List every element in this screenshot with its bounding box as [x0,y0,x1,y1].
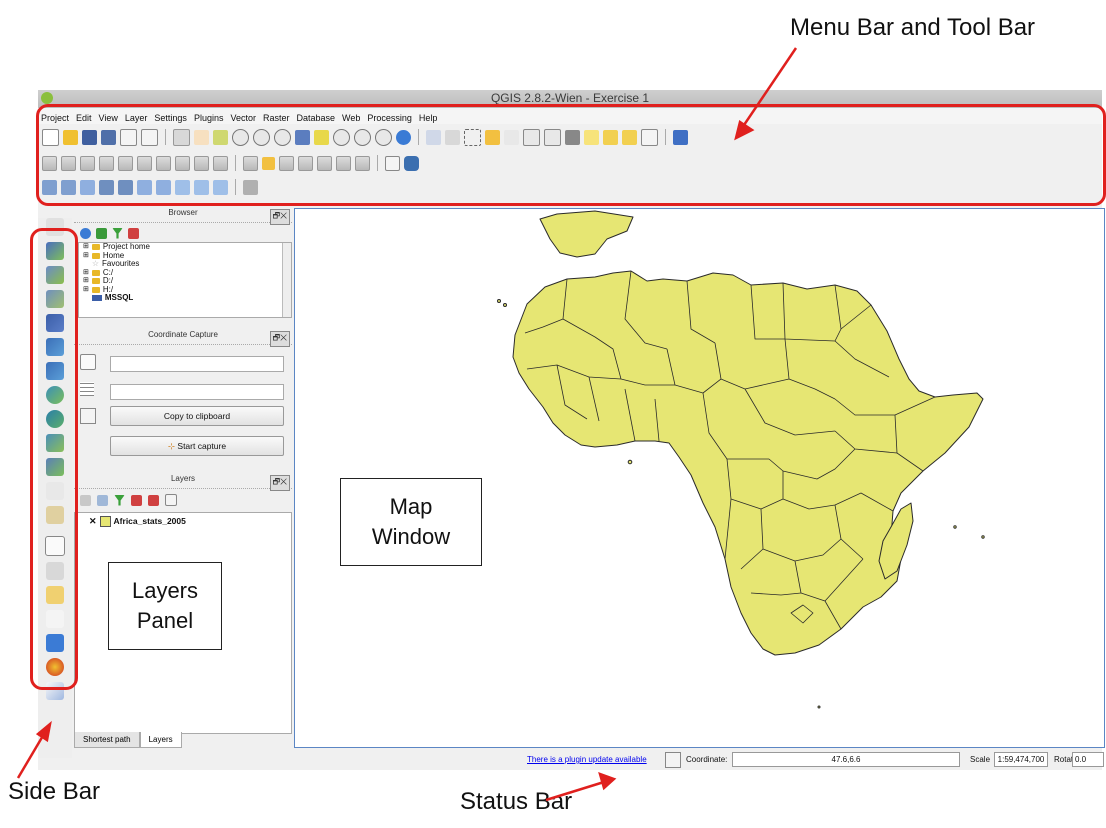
expand-all-icon[interactable] [131,494,142,506]
coordinate-label: Coordinate: [686,755,728,764]
coordinate-field[interactable]: 47.6,6.6 [732,752,960,767]
scale-field[interactable]: 1:59,474,700 [994,752,1048,767]
remove-layer-icon[interactable] [165,494,177,506]
window-title: QGIS 2.8.2-Wien - Exercise 1 [490,91,650,105]
folder-icon [91,278,100,285]
mouse-capture-icon[interactable] [80,408,96,424]
start-capture-button[interactable]: ⊹ Start capture [110,436,284,456]
annotation-side-bar: Side Bar [8,778,101,805]
coordinate-capture-panel: Coordinate Capture 🗗✕ Copy to clipboard … [74,330,292,466]
dock-controls-icon[interactable]: 🗗✕ [269,331,290,347]
browser-refresh-icon[interactable] [80,227,91,239]
browser-collapse-icon[interactable] [128,227,139,239]
layer-style-icon[interactable] [80,494,91,506]
africa-continent [512,270,984,656]
annotation-status-bar: Status Bar [460,788,573,815]
tree-item-d-drive[interactable]: ⊞ D:/ [83,276,291,286]
browser-add-icon[interactable] [96,227,107,239]
layers-toolbar [74,489,292,511]
dock-controls-icon[interactable]: 🗗✕ [269,475,290,491]
crs-target-icon[interactable] [80,354,96,370]
layers-panel-annotation: Layers Panel [108,562,222,650]
plugin-update-link[interactable]: There is a plugin update available [527,755,647,764]
annotation-menu-toolbar: Menu Bar and Tool Bar [790,14,1036,41]
status-bar: There is a plugin update available Coord… [38,750,1104,770]
bottom-tab-bar: Shortest path Layers [74,732,294,748]
map-window-annotation: Map Window [340,478,482,566]
tab-shortest-path[interactable]: Shortest path [74,732,140,748]
folder-icon [91,286,100,293]
coordinate-field-1[interactable] [110,356,284,372]
browser-panel: Browser 🗗✕ ⊞ Project home ⊞ Home ⊞ ☆ Favouri… [74,208,292,328]
layers-panel-title: Layers 🗗✕ [74,474,292,491]
coordinate-field-2[interactable] [110,384,284,400]
tree-item-c-drive[interactable]: ⊞ C:/ [83,268,291,278]
layer-symbol-icon [99,515,111,527]
folder-icon [91,269,100,276]
dock-controls-icon[interactable]: 🗗✕ [269,209,290,225]
layer-item-africa[interactable]: ✕ Africa_stats_2005 [75,515,291,527]
grid-icon [80,382,94,396]
tab-layers[interactable]: Layers [139,732,182,748]
browser-toolbar [74,223,292,243]
browser-tree: ⊞ Project home ⊞ Home ⊞ ☆ Favourites ⊞ C:/ ⊞ D… [78,242,292,318]
mssql-icon [91,295,102,302]
crosshair-icon: ⊹ [167,441,178,451]
rotation-field[interactable]: 0.0 [1072,752,1104,767]
layer-visibility-icon[interactable] [97,494,108,506]
copy-to-clipboard-button[interactable]: Copy to clipboard [110,406,284,426]
collapse-all-icon[interactable] [148,494,159,506]
browser-filter-icon[interactable] [112,227,123,239]
coordinate-capture-title: Coordinate Capture 🗗✕ [74,330,292,347]
tree-item-favourites[interactable]: ⊞ ☆ Favourites [83,259,291,269]
layer-filter-icon[interactable] [114,494,125,506]
folder-icon [91,244,100,251]
browser-panel-title: Browser 🗗✕ [74,208,292,225]
star-icon: ☆ [91,259,100,268]
menu-toolbar-highlight [36,104,1106,206]
coordinate-toggle-icon[interactable] [665,752,681,768]
layer-checkbox[interactable]: ✕ [89,517,97,526]
browser-scrollbar[interactable] [282,243,291,317]
scale-label: Scale [970,755,991,764]
tree-item-mssql[interactable]: ⊞ MSSQL [83,293,291,303]
side-bar-highlight [30,228,78,690]
folder-icon [91,252,100,259]
